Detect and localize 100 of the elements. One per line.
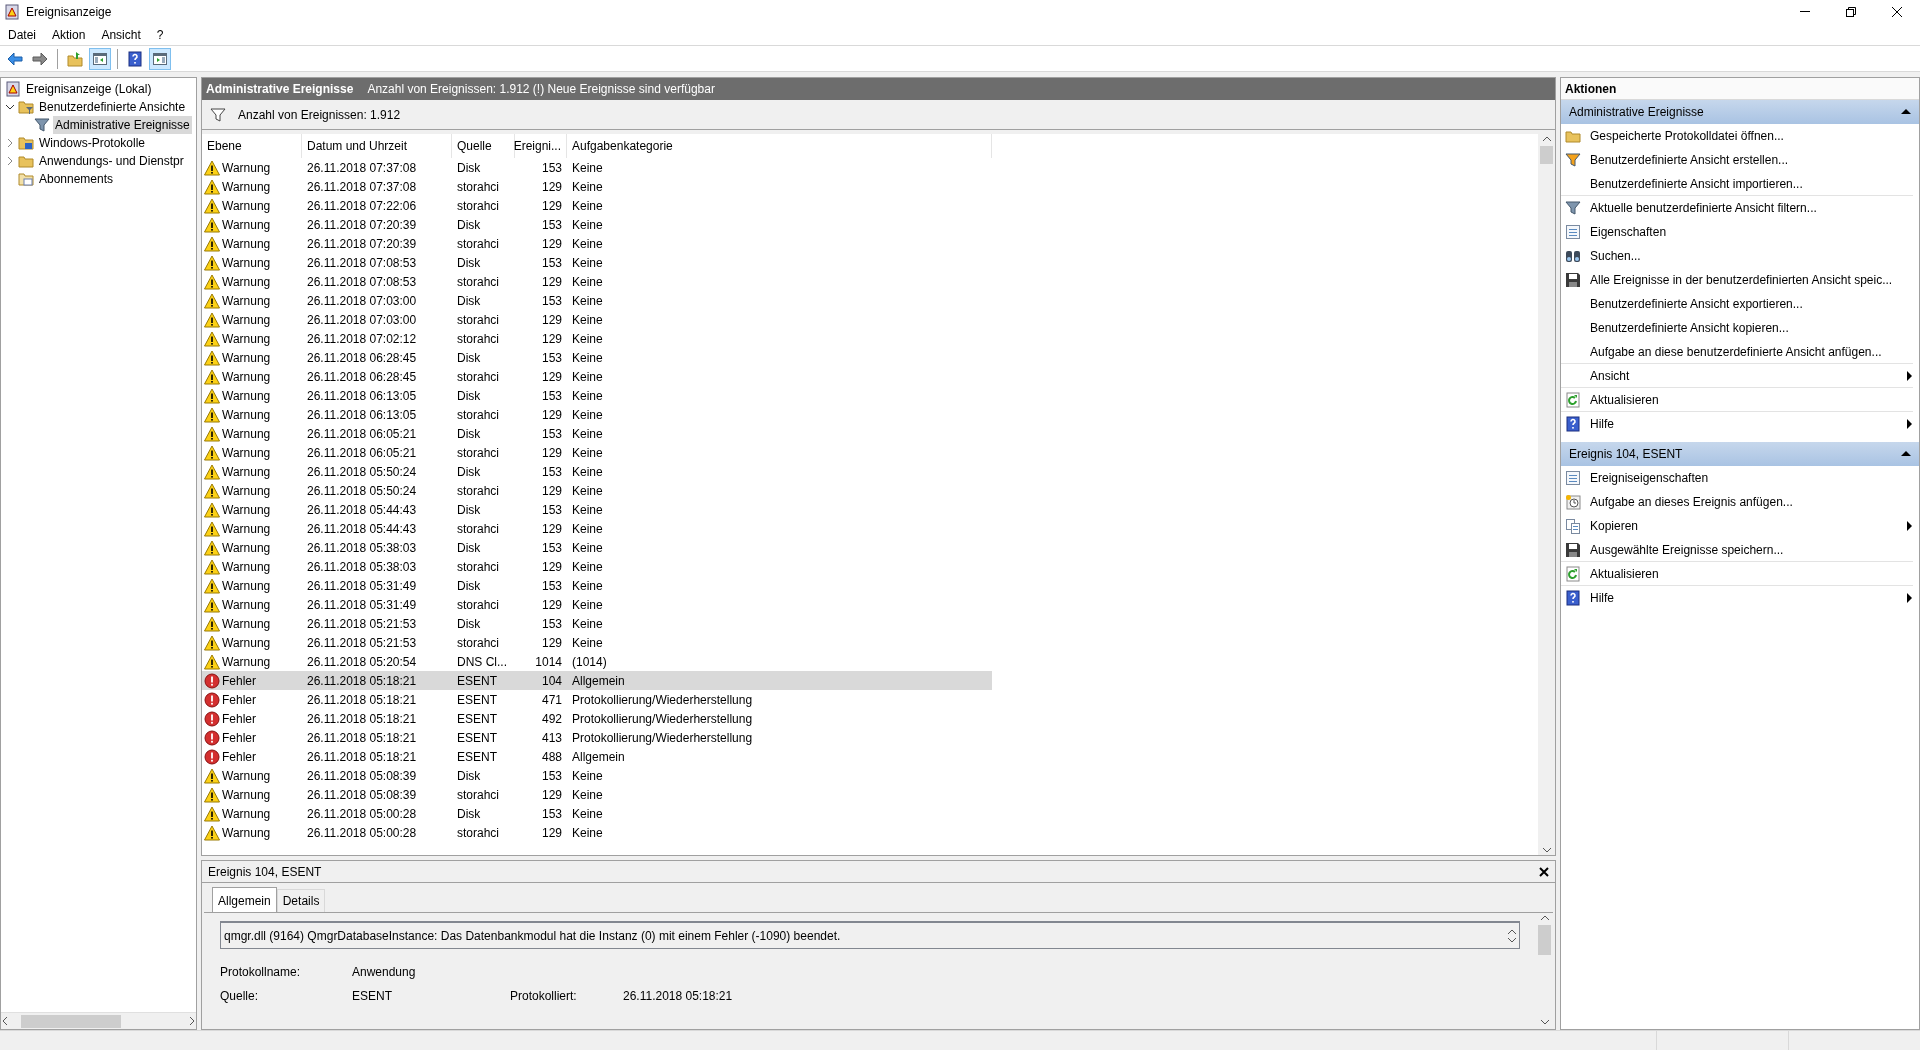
action-link[interactable]: Aktualisieren [1590,564,1659,583]
table-cell-text: Warnung [222,368,271,386]
warning-icon [204,653,220,670]
table-row[interactable]: Warnung 26.11.2018 07:08:53 Disk 153 Keine [202,253,992,272]
table-cell-text: Warnung [222,406,271,424]
action-link[interactable]: Aufgabe an diese benutzerdefinierte Ansicht anfügen... [1590,342,1882,361]
table-row[interactable]: Warnung 26.11.2018 06:05:21 storahci 129 Keine [202,443,992,462]
table-row[interactable]: Warnung 26.11.2018 06:28:45 storahci 129 Keine [202,367,992,386]
table-cell-text: Disk [456,805,482,823]
field-label: Protokollname: [220,964,302,981]
action-link[interactable]: Kopieren [1590,516,1639,535]
table-cell-text: Warnung [222,292,271,310]
section-header[interactable]: Administrative Ereignisse [1561,100,1919,124]
table-row[interactable]: Warnung 26.11.2018 07:37:08 Disk 153 Keine [202,158,992,177]
table-row[interactable]: Warnung 26.11.2018 05:08:39 storahci 129 Keine [202,785,992,804]
message-box[interactable]: qmgr.dll (9164) QmgrDatabaseInstance: Das Datenbankmodul hat die Instanz (0) mit einem Fehler (-1090) beendet. [220,921,1520,949]
tree-item[interactable]: Ereignisanzeige (Lokal) [24,80,154,98]
scrollbar-thumb[interactable] [1540,146,1553,164]
menu-item[interactable]: Ansicht [93,23,149,46]
table-cell-text: storahci [456,634,501,652]
table-cell-text: 129 [540,197,563,215]
table-row[interactable]: Fehler 26.11.2018 05:18:21 ESENT 471 Protokollierung/Wiederherstellung [202,690,992,709]
table-row[interactable]: Warnung 26.11.2018 05:20:54 DNS Cl... 1014 (1014) [202,652,992,671]
action-link[interactable]: Aktualisieren [1590,390,1659,409]
action-link[interactable]: Benutzerdefinierte Ansicht kopieren... [1590,318,1789,337]
column-header[interactable]: Datum und Uhrzeit [302,134,452,158]
tree-item[interactable]: Abonnements [37,170,116,188]
tree-item[interactable]: Windows-Protokolle [37,134,148,152]
action-link[interactable]: Suchen... [1590,246,1641,265]
action-link[interactable]: Benutzerdefinierte Ansicht exportieren... [1590,294,1803,313]
action-link[interactable]: Hilfe [1590,414,1614,433]
menu-item[interactable]: Datei [0,23,44,46]
action-link[interactable]: Benutzerdefinierte Ansicht importieren... [1590,174,1803,193]
table-cell-text: 153 [540,292,563,310]
table-row[interactable]: Fehler 26.11.2018 05:18:21 ESENT 413 Protokollierung/Wiederherstellung [202,728,992,747]
table-row[interactable]: Warnung 26.11.2018 05:31:49 Disk 153 Keine [202,576,992,595]
table-row[interactable]: Warnung 26.11.2018 05:31:49 storahci 129 Keine [202,595,992,614]
table-row[interactable]: Warnung 26.11.2018 05:44:43 Disk 153 Keine [202,500,992,519]
scrollbar-thumb[interactable] [21,1014,121,1028]
table-row[interactable]: Warnung 26.11.2018 07:02:12 storahci 129 Keine [202,329,992,348]
table-row[interactable]: Warnung 26.11.2018 06:28:45 Disk 153 Keine [202,348,992,367]
tree-item[interactable]: Anwendungs- und Dienstpr [37,152,186,170]
table-row[interactable]: Warnung 26.11.2018 05:50:24 storahci 129 Keine [202,481,992,500]
table-row[interactable]: Warnung 26.11.2018 05:50:24 Disk 153 Keine [202,462,992,481]
table-cell-text: Warnung [222,425,271,443]
table-cell-text: Keine [571,634,604,652]
warning-icon [204,615,220,632]
menu-item[interactable]: Aktion [44,23,94,46]
table-row[interactable]: Warnung 26.11.2018 05:44:43 storahci 129 Keine [202,519,992,538]
toolbar-button[interactable] [89,47,111,70]
column-header[interactable]: Ereigni... [515,134,567,158]
table-row[interactable]: Warnung 26.11.2018 05:21:53 Disk 153 Keine [202,614,992,633]
table-row[interactable]: Warnung 26.11.2018 07:22:06 storahci 129 Keine [202,196,992,215]
table-row[interactable]: Warnung 26.11.2018 06:13:05 storahci 129 Keine [202,405,992,424]
action-link[interactable]: Ansicht [1590,366,1630,385]
table-cell-text: 129 [540,634,563,652]
table-row[interactable]: Warnung 26.11.2018 07:03:00 Disk 153 Keine [202,291,992,310]
table-row[interactable]: Warnung 26.11.2018 05:38:03 storahci 129 Keine [202,557,992,576]
table-cell-text: Warnung [222,482,271,500]
column-header[interactable]: Aufgabenkategorie [567,134,992,158]
scrollbar-thumb[interactable] [1538,925,1551,955]
action-link[interactable]: Eigenschaften [1590,222,1667,241]
table-row[interactable]: Warnung 26.11.2018 07:37:08 storahci 129 Keine [202,177,992,196]
table-cell-text: Warnung [222,596,271,614]
column-header[interactable]: Quelle [452,134,515,158]
table-row[interactable]: Warnung 26.11.2018 05:08:39 Disk 153 Keine [202,766,992,785]
table-cell-text: Warnung [222,159,271,177]
warning-icon [204,463,220,480]
table-row[interactable]: Warnung 26.11.2018 05:00:28 Disk 153 Keine [202,804,992,823]
tree-item[interactable]: Benutzerdefinierte Ansichte [37,98,188,116]
table-row[interactable]: Fehler 26.11.2018 05:18:21 ESENT 492 Protokollierung/Wiederherstellung [202,709,992,728]
tab[interactable]: Details [276,889,326,912]
table-row[interactable]: Warnung 26.11.2018 05:00:28 storahci 129 Keine [202,823,992,842]
table-row[interactable]: Warnung 26.11.2018 06:13:05 Disk 153 Keine [202,386,992,405]
tab[interactable]: Allgemein [212,887,277,912]
action-link[interactable]: Alle Ereignisse in der benutzerdefinierten Ansicht speic... [1590,270,1893,289]
table-row[interactable]: Warnung 26.11.2018 07:20:39 storahci 129 Keine [202,234,992,253]
action-link[interactable]: Ereigniseigenschaften [1590,468,1709,487]
table-cell-text: 26.11.2018 05:00:28 [306,805,418,823]
table-row[interactable]: Fehler 26.11.2018 05:18:21 ESENT 488 Allgemein [202,747,992,766]
menu-item[interactable]: ? [148,23,172,46]
action-link[interactable]: Ausgewählte Ereignisse speichern... [1590,540,1784,559]
table-row[interactable]: Warnung 26.11.2018 05:38:03 Disk 153 Keine [202,538,992,557]
action-link[interactable]: Hilfe [1590,588,1614,607]
action-link[interactable]: Benutzerdefinierte Ansicht erstellen... [1590,150,1789,169]
action-link[interactable]: Gespeicherte Protokolldatei öffnen... [1590,126,1784,145]
section-header[interactable]: Ereignis 104, ESENT [1561,442,1919,466]
table-row[interactable]: Warnung 26.11.2018 05:21:53 storahci 129 Keine [202,633,992,652]
table-row[interactable]: Fehler 26.11.2018 05:18:21 ESENT 104 Allgemein [202,671,992,690]
toolbar-button[interactable] [149,47,171,70]
action-link[interactable]: Aktuelle benutzerdefinierte Ansicht filtern... [1590,198,1817,217]
action-link[interactable]: Aufgabe an dieses Ereignis anfügen... [1590,492,1793,511]
table-row[interactable]: Warnung 26.11.2018 07:03:00 storahci 129 Keine [202,310,992,329]
warning-icon [204,786,220,803]
table-row[interactable]: Warnung 26.11.2018 07:20:39 Disk 153 Keine [202,215,992,234]
table-row[interactable]: Warnung 26.11.2018 07:08:53 storahci 129 Keine [202,272,992,291]
table-row[interactable]: Warnung 26.11.2018 06:05:21 Disk 153 Keine [202,424,992,443]
column-header[interactable]: Ebene [202,134,302,158]
close-button[interactable] [1539,866,1549,877]
tree-item[interactable]: Administrative Ereignisse [53,116,192,134]
